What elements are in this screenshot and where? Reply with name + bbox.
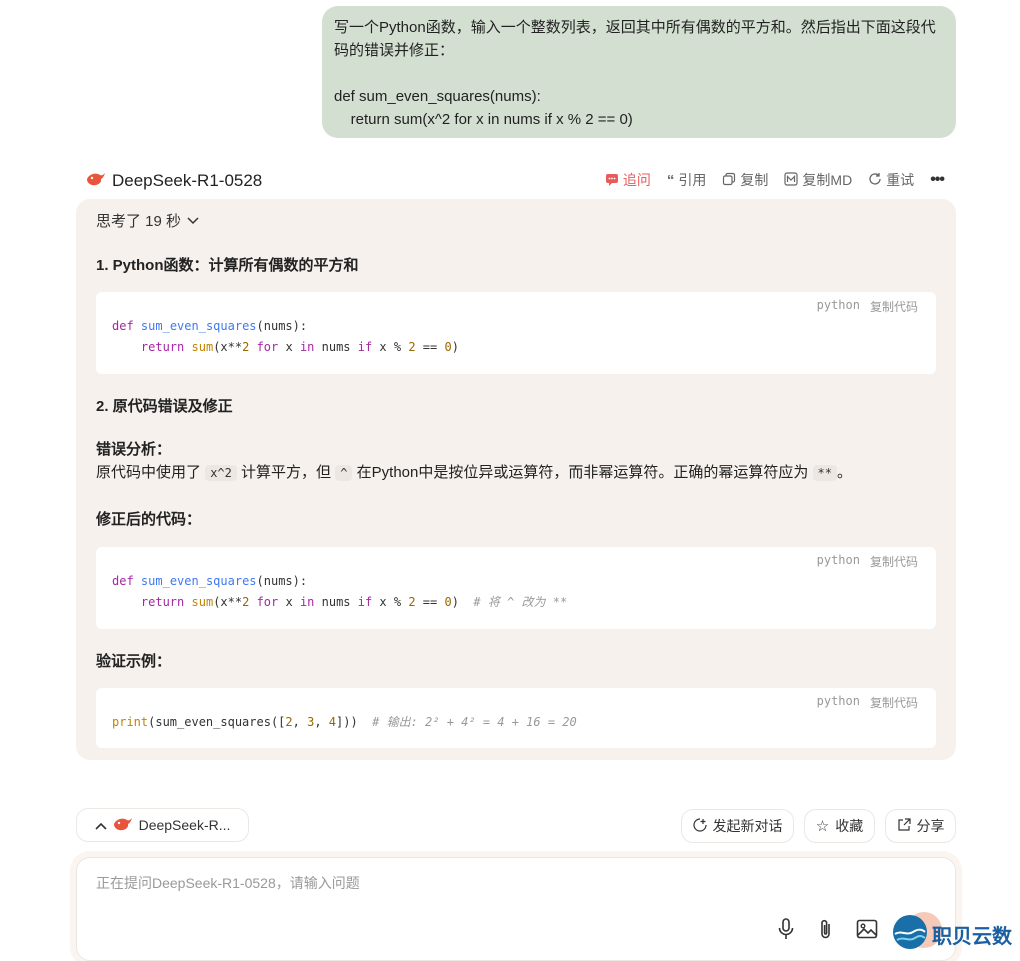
code-content: print(sum_even_squares([2, 3, 4])) # 输出:… xyxy=(112,715,577,729)
model-name: DeepSeek-R1-0528 xyxy=(112,171,263,190)
message-actions: 追问 “ 引用 复制 复制MD 重试 ••• xyxy=(605,170,945,190)
markdown-icon xyxy=(784,171,799,189)
copy-button[interactable]: 复制 xyxy=(722,170,768,190)
copy-md-button[interactable]: 复制MD xyxy=(784,170,852,190)
user-message-line: 写一个Python函数，输入一个整数列表，返回其中所有偶数的平方和。然后指出下面… xyxy=(334,19,936,36)
attach-button[interactable] xyxy=(813,918,839,944)
refresh-icon xyxy=(868,172,882,189)
copy-code-button[interactable]: 复制代码 xyxy=(870,553,918,570)
whale-logo-icon xyxy=(113,816,133,835)
new-chat-button[interactable]: 发起新对话 xyxy=(681,809,794,843)
share-button[interactable]: 分享 xyxy=(885,809,956,843)
retry-button[interactable]: 重试 xyxy=(868,170,914,190)
code-lang: python xyxy=(816,298,860,312)
paperclip-icon xyxy=(818,918,834,945)
fixed-code-label: 修正后的代码： xyxy=(96,511,202,528)
chevron-down-icon xyxy=(187,212,199,229)
section-heading-2: 2. 原代码错误及修正 xyxy=(96,398,233,415)
section-heading-1: 1. Python函数：计算所有偶数的平方和 xyxy=(96,257,359,274)
code-block-1: python 复制代码 def sum_even_squares(nums): … xyxy=(96,292,936,374)
inline-code: ^ xyxy=(335,465,353,481)
more-button[interactable]: ••• xyxy=(930,171,945,189)
chevron-up-icon xyxy=(95,817,107,833)
more-dots-icon: ••• xyxy=(930,171,945,188)
code-block-2: python 复制代码 def sum_even_squares(nums): … xyxy=(96,547,936,629)
chat-bubble-icon xyxy=(605,172,619,189)
code-content: def sum_even_squares(nums): return sum(x… xyxy=(112,574,568,609)
error-analysis-label: 错误分析： xyxy=(96,441,172,458)
user-message-line: 码的错误并修正： xyxy=(334,42,455,59)
copy-code-button[interactable]: 复制代码 xyxy=(870,298,918,315)
code-content: def sum_even_squares(nums): return sum(x… xyxy=(112,319,459,354)
user-message-line xyxy=(334,62,944,85)
copy-code-button[interactable]: 复制代码 xyxy=(870,694,918,711)
watermark-logo-icon xyxy=(892,914,928,955)
favorite-button[interactable]: ☆ 收藏 xyxy=(804,809,875,843)
thinking-toggle[interactable]: 思考了 19 秒 xyxy=(96,210,199,231)
whale-logo-icon xyxy=(86,171,106,192)
model-header: DeepSeek-R1-0528 xyxy=(86,168,262,194)
user-message-line: return sum(x^2 for x in nums if x % 2 ==… xyxy=(334,111,633,128)
verify-label: 验证示例： xyxy=(96,653,172,670)
question-input-placeholder[interactable]: 正在提问DeepSeek-R1-0528，请输入问题 xyxy=(96,873,360,893)
share-icon xyxy=(897,817,911,835)
image-upload-button[interactable] xyxy=(854,918,880,944)
microphone-button[interactable] xyxy=(773,917,799,945)
user-message-bubble: 写一个Python函数，输入一个整数列表，返回其中所有偶数的平方和。然后指出下面… xyxy=(322,6,956,138)
user-message-line: def sum_even_squares(nums): xyxy=(334,88,541,105)
model-selector-pill[interactable]: DeepSeek-R... xyxy=(76,808,249,842)
copy-icon xyxy=(722,172,736,189)
code-block-3: python 复制代码 print(sum_even_squares([2, 3… xyxy=(96,688,936,748)
new-chat-icon xyxy=(692,817,707,835)
watermark: 职贝云数 xyxy=(892,914,1012,955)
code-lang: python xyxy=(816,553,860,567)
watermark-text: 职贝云数 xyxy=(932,926,1012,948)
followup-button[interactable]: 追问 xyxy=(605,170,651,190)
quote-button[interactable]: “ 引用 xyxy=(667,170,707,190)
quote-icon: “ xyxy=(666,171,675,189)
error-analysis-text: 原代码中使用了 x^2 计算平方，但 ^ 在Python中是按位异或运算符，而非… xyxy=(96,464,852,481)
code-lang: python xyxy=(816,694,860,708)
microphone-icon xyxy=(777,917,795,945)
inline-code: x^2 xyxy=(205,465,237,481)
star-icon: ☆ xyxy=(815,818,830,835)
inline-code: ** xyxy=(812,465,837,481)
image-icon xyxy=(856,919,878,944)
